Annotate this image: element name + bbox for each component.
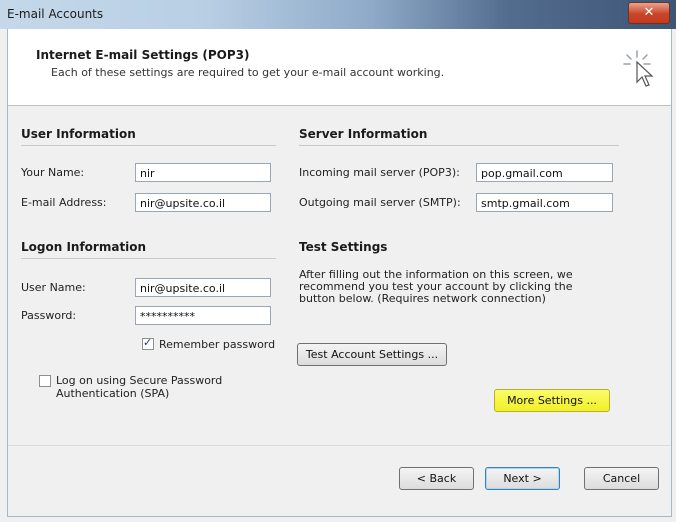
test-settings-line3: button below. (Requires network connecti… [299,292,546,305]
spa-checkbox[interactable] [39,375,51,387]
cancel-button[interactable]: Cancel [584,467,659,490]
outgoing-server-input[interactable]: smtp.gmail.com [476,193,613,212]
title-bar[interactable]: E-mail Accounts ✕ [0,0,676,29]
test-account-settings-button[interactable]: Test Account Settings ... [297,343,447,366]
your-name-input[interactable]: nir [135,163,271,182]
incoming-server-input[interactable]: pop.gmail.com [476,163,613,182]
server-info-divider [299,145,619,146]
your-name-label: Your Name: [21,166,85,179]
email-accounts-window: E-mail Accounts ✕ Internet E-mail Settin… [0,0,676,522]
password-label: Password: [21,309,77,322]
back-button[interactable]: < Back [399,467,474,490]
next-button[interactable]: Next > [485,467,560,490]
window-title: E-mail Accounts [7,7,104,21]
user-info-title: User Information [21,127,136,141]
remember-password-checkbox[interactable] [142,336,154,350]
test-settings-title: Test Settings [299,240,388,254]
cursor-click-icon [623,50,654,87]
header-subtitle: Each of these settings are required to g… [51,66,445,79]
incoming-server-label: Incoming mail server (POP3): [299,166,460,179]
dialog-header: Internet E-mail Settings (POP3) Each of … [8,29,671,106]
email-address-label: E-mail Address: [21,196,107,209]
email-address-input[interactable]: nir@upsite.co.il [135,193,271,212]
password-input[interactable]: ********** [135,306,271,325]
spa-label-line2: Authentication (SPA) [56,387,170,400]
logon-info-title: Logon Information [21,240,147,254]
user-info-divider [21,145,276,146]
user-name-label: User Name: [21,281,86,294]
spa-label-line1: Log on using Secure Password [56,374,223,387]
close-icon: ✕ [643,5,655,20]
close-button[interactable]: ✕ [628,2,670,24]
remember-password-label: Remember password [159,338,276,351]
server-info-title: Server Information [299,127,428,141]
logon-info-divider [21,258,276,259]
user-name-input[interactable]: nir@upsite.co.il [135,278,271,297]
footer-divider [8,445,671,446]
dialog-body: Internet E-mail Settings (POP3) Each of … [7,29,672,517]
outgoing-server-label: Outgoing mail server (SMTP): [299,196,461,209]
more-settings-button[interactable]: More Settings ... [494,389,610,412]
header-title: Internet E-mail Settings (POP3) [36,48,250,62]
